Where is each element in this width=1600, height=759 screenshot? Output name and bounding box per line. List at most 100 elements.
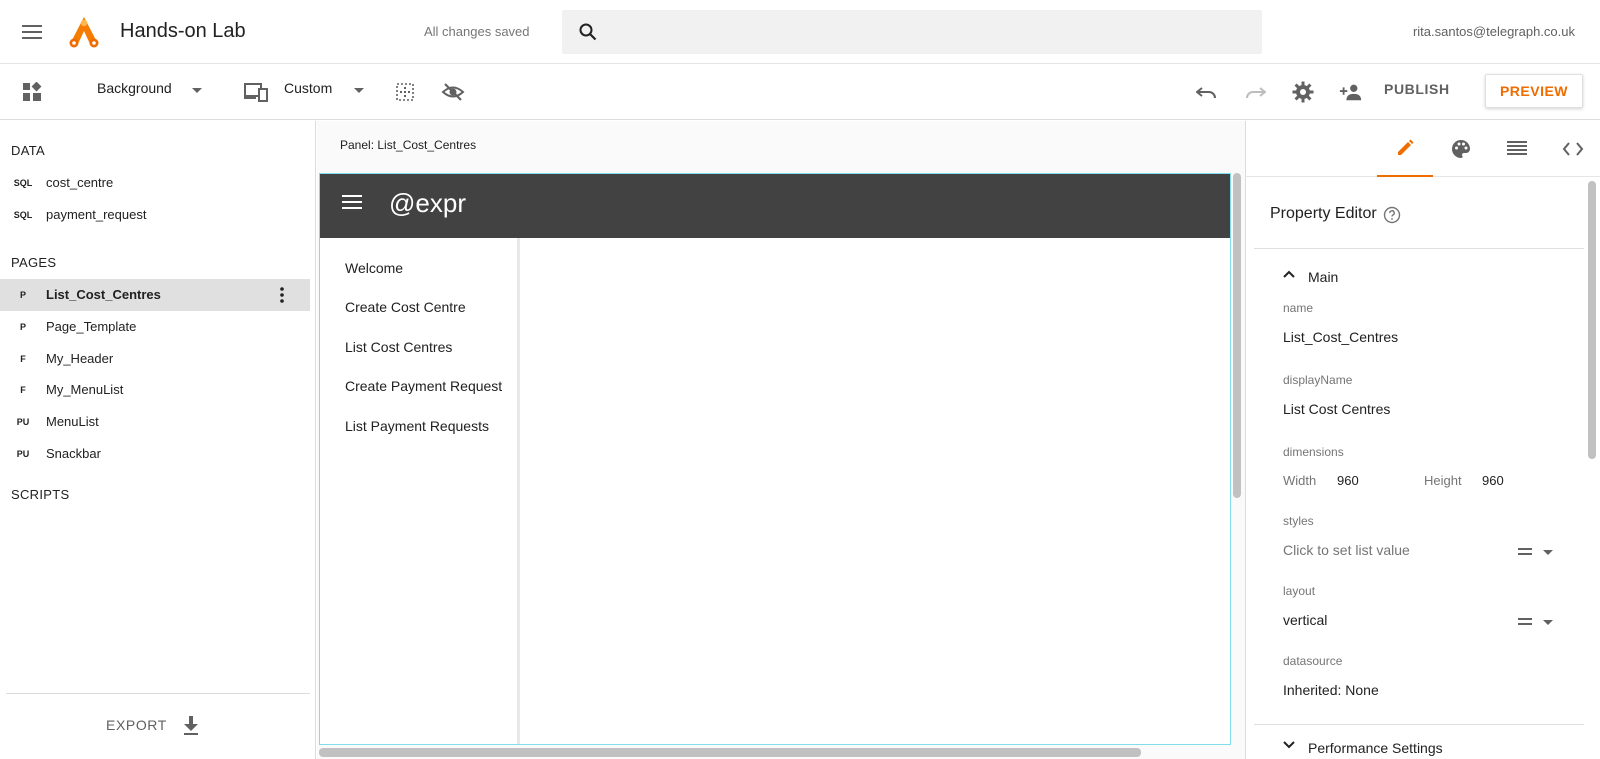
app-header-widget[interactable]: @expr bbox=[320, 174, 1230, 238]
app-title: Hands-on Lab bbox=[120, 20, 246, 42]
sidebar-item-menulist[interactable]: PU MenuList bbox=[0, 406, 310, 438]
app-maker-logo-icon bbox=[66, 14, 102, 50]
app-menu-icon[interactable] bbox=[342, 194, 364, 216]
height-label: Height bbox=[1424, 473, 1462, 488]
app-nav-menu: Welcome Create Cost Centre List Cost Cen… bbox=[320, 238, 520, 744]
display-name-value[interactable]: List Cost Centres bbox=[1283, 401, 1390, 417]
search-icon bbox=[578, 22, 598, 42]
performance-section-title[interactable]: Performance Settings bbox=[1308, 740, 1443, 756]
editor-toolbar: Background Custom PUBLISH PREVIEW bbox=[0, 64, 1600, 120]
sidebar-item-label: Page_Template bbox=[46, 319, 137, 334]
styles-value[interactable]: Click to set list value bbox=[1283, 542, 1410, 558]
page-type-badge: F bbox=[20, 354, 26, 364]
tab-style[interactable] bbox=[1433, 121, 1489, 177]
sidebar-item-snackbar[interactable]: PU Snackbar bbox=[0, 438, 310, 470]
user-email[interactable]: rita.santos@telegraph.co.uk bbox=[1413, 24, 1575, 39]
tab-outline[interactable] bbox=[1489, 121, 1545, 177]
datasource-type-badge: SQL bbox=[13, 210, 33, 220]
equals-list-icon[interactable] bbox=[1518, 615, 1532, 629]
data-section-heading: DATA bbox=[11, 143, 45, 158]
sidebar-item-label: My_MenuList bbox=[46, 382, 124, 397]
search-input[interactable] bbox=[612, 10, 1252, 54]
chevron-down-icon[interactable] bbox=[1281, 737, 1297, 753]
sidebar-item-page-template[interactable]: P Page_Template bbox=[0, 311, 310, 343]
height-value[interactable]: 960 bbox=[1482, 473, 1504, 488]
project-explorer-sidebar: DATA SQL cost_centre SQL payment_request… bbox=[0, 121, 316, 759]
sidebar-item-label: My_Header bbox=[46, 351, 114, 366]
divider bbox=[1254, 724, 1584, 725]
publish-button[interactable]: PUBLISH bbox=[1384, 81, 1450, 97]
pages-section-heading: PAGES bbox=[11, 255, 57, 270]
share-add-person-icon[interactable] bbox=[1339, 80, 1363, 104]
hamburger-menu-icon[interactable] bbox=[20, 20, 44, 44]
sidebar-item-label: Snackbar bbox=[46, 446, 101, 461]
code-brackets-icon bbox=[1562, 142, 1584, 156]
page-canvas[interactable]: @expr Welcome Create Cost Centre List Co… bbox=[319, 173, 1231, 745]
edit-pencil-icon bbox=[1398, 139, 1414, 155]
sidebar-item-my-menulist[interactable]: F My_MenuList bbox=[0, 374, 310, 406]
nav-item-create-cost-centre[interactable]: Create Cost Centre bbox=[345, 299, 466, 315]
search-bar[interactable] bbox=[562, 10, 1262, 54]
property-panel-scrollbar[interactable] bbox=[1588, 181, 1596, 759]
layout-dropdown-caret-icon[interactable] bbox=[1543, 620, 1553, 625]
datasource-type-badge: SQL bbox=[13, 178, 33, 188]
property-panel-tabs bbox=[1246, 121, 1600, 177]
nav-item-welcome[interactable]: Welcome bbox=[345, 260, 403, 276]
preview-button[interactable]: PREVIEW bbox=[1485, 74, 1583, 108]
undo-icon[interactable] bbox=[1195, 80, 1219, 104]
scroll-thumb[interactable] bbox=[319, 748, 1141, 757]
tab-code[interactable] bbox=[1545, 121, 1600, 177]
nav-item-list-cost-centres[interactable]: List Cost Centres bbox=[345, 339, 452, 355]
sidebar-item-my-header[interactable]: F My_Header bbox=[0, 343, 310, 375]
more-vert-icon[interactable] bbox=[272, 285, 292, 305]
equals-list-icon[interactable] bbox=[1518, 545, 1532, 559]
datasource-value[interactable]: Inherited: None bbox=[1283, 682, 1379, 698]
scripts-section-heading: SCRIPTS bbox=[11, 487, 70, 502]
panel-breadcrumb: Panel: List_Cost_Centres bbox=[340, 138, 477, 152]
visibility-off-icon[interactable] bbox=[441, 80, 465, 104]
width-value[interactable]: 960 bbox=[1337, 473, 1359, 488]
list-lines-icon bbox=[1507, 141, 1527, 155]
width-label: Width bbox=[1283, 473, 1317, 488]
download-icon[interactable] bbox=[180, 714, 202, 736]
canvas-horizontal-scrollbar[interactable] bbox=[317, 748, 1237, 757]
scroll-thumb[interactable] bbox=[1588, 181, 1596, 459]
device-select-caret-icon[interactable] bbox=[354, 88, 364, 93]
sidebar-item-cost-centre[interactable]: SQL cost_centre bbox=[0, 167, 310, 199]
device-size-icon[interactable] bbox=[244, 80, 268, 104]
export-button[interactable]: EXPORT bbox=[106, 717, 167, 733]
nav-item-list-payment-requests[interactable]: List Payment Requests bbox=[345, 418, 489, 434]
palette-icon bbox=[1452, 140, 1470, 158]
app-header-title: @expr bbox=[389, 188, 466, 218]
nav-item-create-payment-request[interactable]: Create Payment Request bbox=[345, 378, 502, 394]
save-status: All changes saved bbox=[424, 24, 530, 39]
layer-select-caret-icon[interactable] bbox=[192, 88, 202, 93]
widgets-icon[interactable] bbox=[20, 80, 44, 104]
settings-gear-icon[interactable] bbox=[1291, 80, 1315, 104]
page-type-badge: P bbox=[19, 290, 26, 300]
grid-guides-icon[interactable] bbox=[393, 80, 417, 104]
name-label: name bbox=[1283, 301, 1314, 315]
divider bbox=[1254, 248, 1584, 249]
layout-label: layout bbox=[1283, 584, 1316, 598]
tab-properties[interactable] bbox=[1377, 121, 1433, 177]
property-editor-title: Property Editor bbox=[1270, 205, 1377, 222]
main-section-title[interactable]: Main bbox=[1308, 269, 1338, 285]
chevron-up-icon[interactable] bbox=[1281, 266, 1297, 282]
redo-icon[interactable] bbox=[1243, 80, 1267, 104]
sidebar-item-list-cost-centres[interactable]: P List_Cost_Centres bbox=[0, 279, 310, 311]
canvas-vertical-scrollbar[interactable] bbox=[1233, 173, 1241, 739]
page-type-badge: PU bbox=[16, 449, 30, 459]
sidebar-item-label: cost_centre bbox=[46, 175, 114, 190]
device-select[interactable]: Custom bbox=[284, 80, 332, 96]
sidebar-item-payment-request[interactable]: SQL payment_request bbox=[0, 199, 310, 231]
scroll-thumb[interactable] bbox=[1233, 173, 1241, 498]
design-canvas-area: Panel: List_Cost_Centres @expr Welcome C… bbox=[317, 121, 1245, 759]
page-type-badge: PU bbox=[16, 417, 30, 427]
sidebar-item-label: MenuList bbox=[46, 414, 99, 429]
layout-value[interactable]: vertical bbox=[1283, 612, 1327, 628]
help-icon[interactable] bbox=[1383, 206, 1401, 224]
styles-dropdown-caret-icon[interactable] bbox=[1543, 550, 1553, 555]
layer-select[interactable]: Background bbox=[97, 80, 172, 96]
name-value[interactable]: List_Cost_Centres bbox=[1283, 329, 1398, 345]
